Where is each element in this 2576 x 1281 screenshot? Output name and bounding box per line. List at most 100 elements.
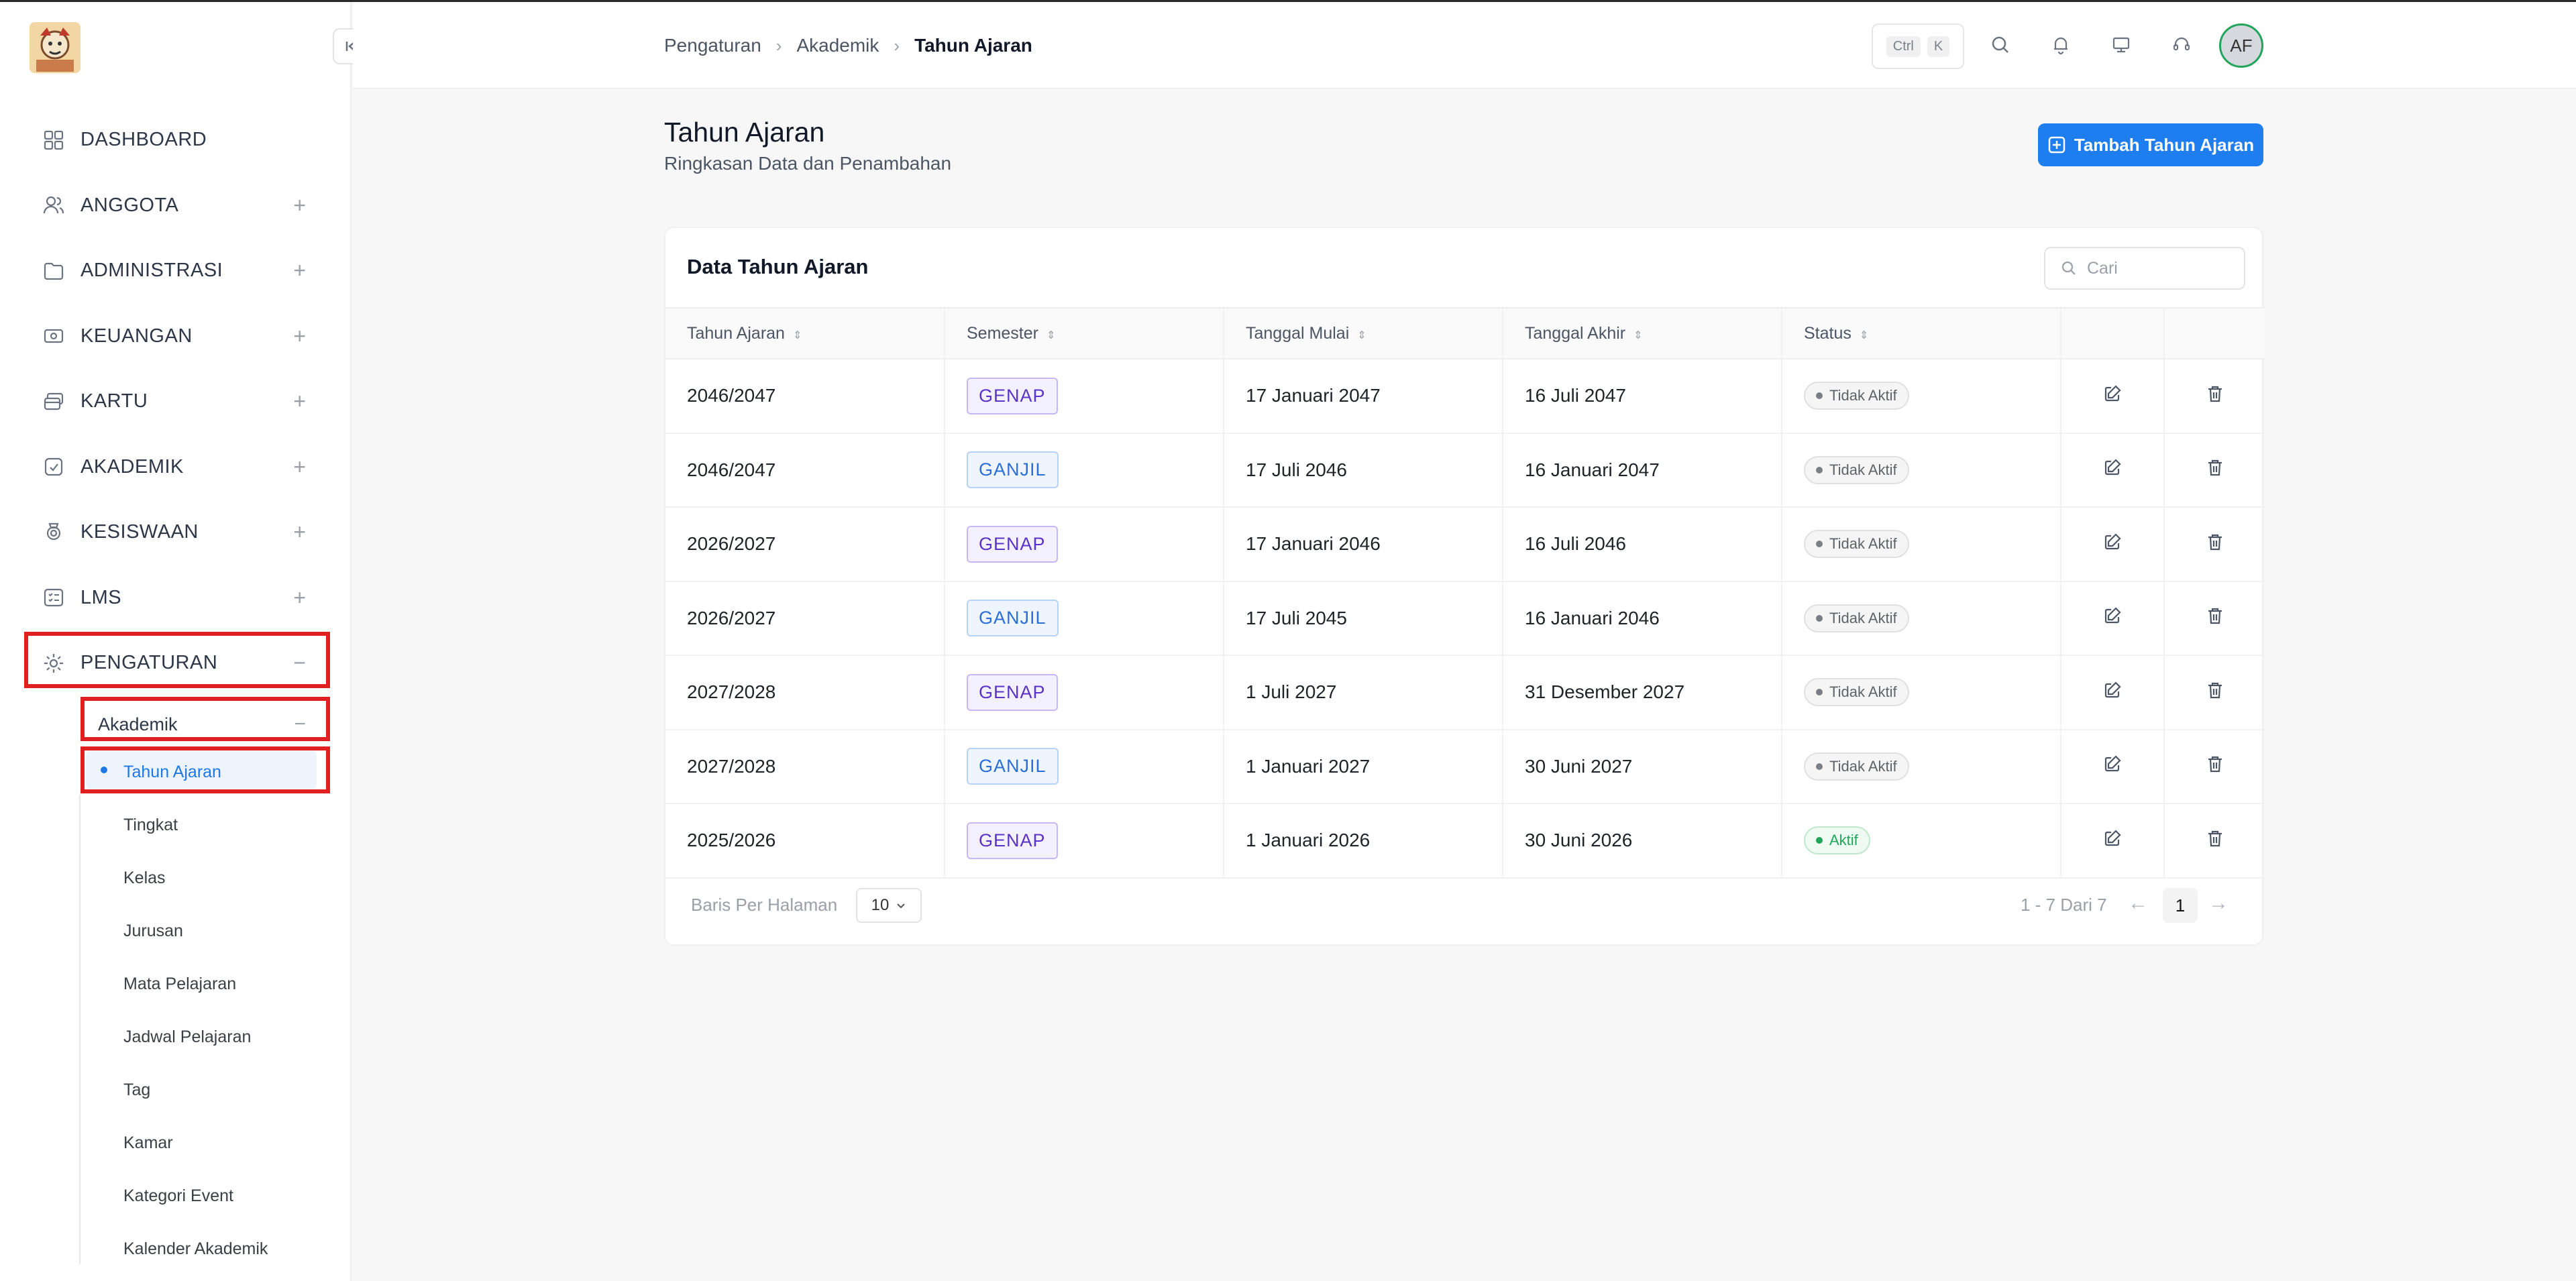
- edit-button[interactable]: [2060, 507, 2164, 582]
- sort-icon[interactable]: ⇕: [1633, 330, 1642, 341]
- status-badge: Aktif: [1804, 826, 1870, 855]
- sidebar-item-label: ADMINISTRASI: [80, 260, 223, 282]
- plus-square-icon: [2048, 136, 2065, 154]
- expand-icon[interactable]: +: [293, 389, 306, 414]
- sort-icon[interactable]: ⇕: [1357, 330, 1366, 341]
- edit-button[interactable]: [2060, 359, 2164, 434]
- avatar[interactable]: AF: [2219, 23, 2263, 68]
- sidebar-subitem-jurusan[interactable]: Jurusan: [80, 905, 325, 958]
- sort-icon[interactable]: ⇕: [793, 330, 802, 341]
- delete-button[interactable]: [2163, 655, 2265, 730]
- expand-icon[interactable]: +: [293, 586, 306, 610]
- delete-button[interactable]: [2163, 507, 2265, 582]
- cell-tahun-ajaran: 2026/2027: [665, 507, 945, 582]
- cell-tanggal-mulai: 1 Januari 2027: [1223, 729, 1503, 804]
- delete-button[interactable]: [2163, 581, 2265, 656]
- expand-icon[interactable]: +: [293, 520, 306, 545]
- pagination-range: 1 - 7 Dari 7: [2021, 895, 2107, 915]
- monitor-icon[interactable]: [2108, 32, 2135, 58]
- next-page-arrow-icon[interactable]: →: [2208, 892, 2229, 915]
- cell-status: Tidak Aktif: [1781, 507, 2061, 582]
- app-logo[interactable]: [30, 22, 80, 73]
- edit-button[interactable]: [2060, 803, 2164, 879]
- sidebar-item-kesiswaan[interactable]: KESISWAAN +: [24, 500, 330, 565]
- table-row: 2026/2027 GENAP 17 Januari 2046 16 Juli 204…: [665, 507, 2265, 582]
- page-number[interactable]: 1: [2163, 888, 2198, 923]
- sidebar-item-dashboard[interactable]: DASHBOARD: [24, 107, 330, 173]
- breadcrumb-pengaturan[interactable]: Pengaturan: [664, 35, 761, 56]
- status-badge: Tidak Aktif: [1804, 678, 1909, 707]
- edit-button[interactable]: [2060, 655, 2164, 730]
- cell-status: Tidak Aktif: [1781, 359, 2061, 434]
- column-header[interactable]: Tanggal Mulai ⇕: [1223, 307, 1503, 359]
- cell-status: Aktif: [1781, 803, 2061, 879]
- edit-button[interactable]: [2060, 581, 2164, 656]
- sidebar-item-lms[interactable]: LMS +: [24, 565, 330, 631]
- trash-icon: [2205, 534, 2225, 556]
- highlight-pengaturan: [24, 632, 330, 688]
- delete-button[interactable]: [2163, 359, 2265, 434]
- column-header-label: Tanggal Akhir: [1525, 323, 1626, 343]
- folder-icon: [40, 258, 67, 284]
- sidebar-item-kartu[interactable]: KARTU +: [24, 369, 330, 435]
- status-label: Tidak Aktif: [1829, 387, 1897, 404]
- expand-icon[interactable]: +: [293, 455, 306, 480]
- column-header-label: Status: [1804, 323, 1851, 343]
- delete-button[interactable]: [2163, 729, 2265, 804]
- sidebar-subitem-kamar[interactable]: Kamar: [80, 1117, 325, 1170]
- edit-button[interactable]: [2060, 433, 2164, 508]
- cell-tanggal-mulai: 1 Juli 2027: [1223, 655, 1503, 730]
- semester-badge: GENAP: [967, 525, 1058, 563]
- kbd-k: K: [1927, 36, 1950, 57]
- expand-icon[interactable]: +: [293, 193, 306, 218]
- sidebar-subitem-jadwal-pelajaran[interactable]: Jadwal Pelajaran: [80, 1011, 325, 1064]
- table-header-row: Tahun Ajaran ⇕ Semester ⇕ Tanggal Mulai ⇕ Tang…: [665, 307, 2265, 359]
- sort-icon[interactable]: ⇕: [1046, 330, 1055, 341]
- column-header[interactable]: Semester ⇕: [944, 307, 1224, 359]
- add-academic-year-button[interactable]: Tambah Tahun Ajaran: [2038, 123, 2263, 166]
- column-header[interactable]: Status ⇕: [1781, 307, 2061, 359]
- expand-icon[interactable]: +: [293, 258, 306, 283]
- sidebar-item-keuangan[interactable]: KEUANGAN +: [24, 304, 330, 370]
- breadcrumb-akademik[interactable]: Akademik: [796, 35, 879, 56]
- status-label: Tidak Aktif: [1829, 609, 1897, 626]
- status-dot-icon: [1816, 763, 1823, 770]
- cell-tanggal-akhir: 16 Januari 2047: [1502, 433, 1782, 508]
- command-palette-shortcut[interactable]: Ctrl K: [1872, 23, 1964, 69]
- sidebar-subitem-tag[interactable]: Tag: [80, 1064, 325, 1117]
- bell-icon[interactable]: [2047, 32, 2074, 58]
- delete-button[interactable]: [2163, 433, 2265, 508]
- rows-per-page-select[interactable]: 10: [856, 888, 922, 923]
- edit-button[interactable]: [2060, 729, 2164, 804]
- sidebar-item-akademik[interactable]: AKADEMIK +: [24, 435, 330, 500]
- sort-icon[interactable]: ⇕: [1860, 330, 1868, 341]
- status-dot-icon: [1816, 466, 1823, 474]
- expand-icon[interactable]: +: [293, 324, 306, 349]
- edit-icon: [2102, 681, 2123, 704]
- search-placeholder: Cari: [2087, 258, 2118, 278]
- trash-icon: [2205, 608, 2225, 630]
- column-header[interactable]: Tahun Ajaran ⇕: [665, 307, 945, 359]
- status-badge: Tidak Aktif: [1804, 455, 1909, 484]
- sidebar-subitem-kategori-event[interactable]: Kategori Event: [80, 1170, 325, 1223]
- prev-page-arrow-icon[interactable]: ←: [2128, 892, 2148, 915]
- cell-semester: GANJIL: [944, 433, 1224, 508]
- edit-icon: [2102, 533, 2123, 556]
- sidebar-item-anggota[interactable]: ANGGOTA +: [24, 173, 330, 239]
- sidebar-subitem-kalender-akademik[interactable]: Kalender Akademik: [80, 1223, 325, 1276]
- delete-button[interactable]: [2163, 803, 2265, 879]
- sidebar-subitem-tingkat[interactable]: Tingkat: [80, 799, 325, 852]
- search-input[interactable]: Cari: [2044, 247, 2245, 290]
- sidebar-subitem-mata-pelajaran[interactable]: Mata Pelajaran: [80, 958, 325, 1011]
- support-headset-icon[interactable]: [2168, 32, 2195, 58]
- sidebar-item-administrasi[interactable]: ADMINISTRASI +: [24, 238, 330, 304]
- sidebar-item-label: KESISWAAN: [80, 521, 199, 543]
- trash-icon: [2205, 460, 2225, 482]
- sidebar-subitem-kelas[interactable]: Kelas: [80, 852, 325, 905]
- cell-tahun-ajaran: 2046/2047: [665, 433, 945, 508]
- status-badge: Tidak Aktif: [1804, 752, 1909, 781]
- cell-tahun-ajaran: 2027/2028: [665, 655, 945, 730]
- search-icon[interactable]: [1987, 32, 2014, 58]
- breadcrumb: Pengaturan › Akademik › Tahun Ajaran: [664, 2, 1032, 89]
- column-header[interactable]: Tanggal Akhir ⇕: [1502, 307, 1782, 359]
